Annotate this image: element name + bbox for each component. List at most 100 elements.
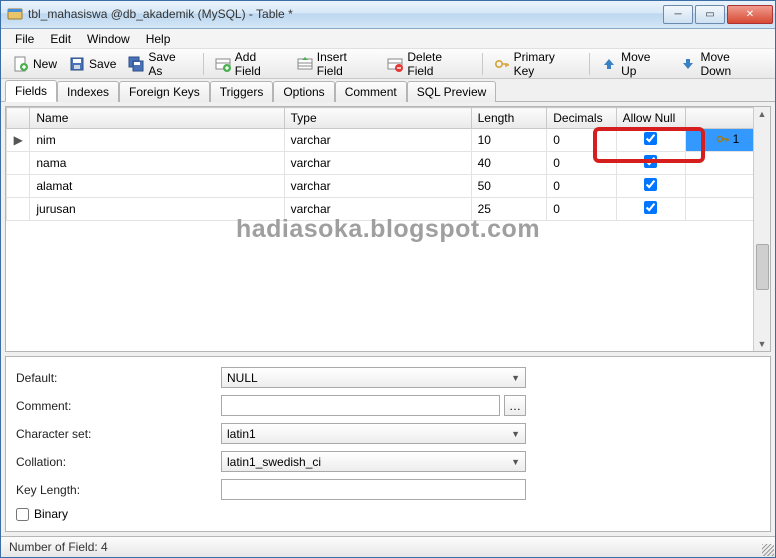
tab-indexes[interactable]: Indexes <box>57 81 119 102</box>
row-default: Default: NULL▼ <box>16 367 760 388</box>
field-properties-panel: Default: NULL▼ Comment: … Character set:… <box>5 356 771 532</box>
table-row[interactable]: ▶ nim varchar 10 0 1 <box>7 129 770 152</box>
insertfield-button[interactable]: Insert Field <box>291 47 382 81</box>
cell-length[interactable]: 40 <box>471 152 547 175</box>
cell-type[interactable]: varchar <box>284 129 471 152</box>
cell-allow-null[interactable] <box>616 198 685 221</box>
field-grid-area: Name Type Length Decimals Allow Null ▶ n… <box>5 106 771 352</box>
cell-name[interactable]: alamat <box>30 175 284 198</box>
charset-label: Character set: <box>16 427 221 441</box>
insertfield-icon <box>297 56 313 72</box>
scroll-down-icon[interactable]: ▼ <box>758 339 767 349</box>
menu-help[interactable]: Help <box>138 30 179 48</box>
col-length[interactable]: Length <box>471 108 547 129</box>
toolbar-separator <box>482 53 483 75</box>
minimize-button[interactable]: ─ <box>663 5 693 24</box>
toolbar-separator <box>203 53 204 75</box>
new-icon <box>13 56 29 72</box>
comment-input[interactable] <box>221 395 500 416</box>
maximize-button[interactable]: ▭ <box>695 5 725 24</box>
cell-type[interactable]: varchar <box>284 152 471 175</box>
cell-type[interactable]: varchar <box>284 175 471 198</box>
deletefield-button[interactable]: Delete Field <box>381 47 476 81</box>
tab-foreign-keys[interactable]: Foreign Keys <box>119 81 210 102</box>
moveup-button[interactable]: Move Up <box>595 47 674 81</box>
save-button[interactable]: Save <box>63 53 122 75</box>
row-binary: Binary <box>16 507 760 521</box>
scroll-thumb[interactable] <box>756 244 769 290</box>
allow-null-checkbox[interactable] <box>644 201 657 214</box>
col-type[interactable]: Type <box>284 108 471 129</box>
tabstrip: Fields Indexes Foreign Keys Triggers Opt… <box>1 79 775 102</box>
watermark-text: hadiasoka.blogspot.com <box>236 215 540 244</box>
cell-decimals[interactable]: 0 <box>547 152 616 175</box>
app-window: tbl_mahasiswa @db_akademik (MySQL) - Tab… <box>0 0 776 558</box>
scroll-up-icon[interactable]: ▲ <box>758 109 767 119</box>
dropdown-icon: ▼ <box>511 373 520 383</box>
deletefield-icon <box>387 56 403 72</box>
cell-allow-null[interactable] <box>616 129 685 152</box>
close-button[interactable]: ✕ <box>727 5 773 24</box>
tab-triggers[interactable]: Triggers <box>210 81 274 102</box>
comment-more-button[interactable]: … <box>504 395 526 416</box>
resize-grip-icon[interactable] <box>762 544 774 556</box>
cell-decimals[interactable]: 0 <box>547 175 616 198</box>
keylength-input[interactable] <box>221 479 526 500</box>
titlebar: tbl_mahasiswa @db_akademik (MySQL) - Tab… <box>1 1 775 29</box>
charset-combobox[interactable]: latin1▼ <box>221 423 526 444</box>
movedown-button[interactable]: Move Down <box>674 47 769 81</box>
vertical-scrollbar[interactable]: ▲ ▼ <box>753 107 770 351</box>
cell-length[interactable]: 50 <box>471 175 547 198</box>
allow-null-checkbox[interactable] <box>644 132 657 145</box>
tab-sql-preview[interactable]: SQL Preview <box>407 81 497 102</box>
key-icon <box>716 133 730 145</box>
col-name[interactable]: Name <box>30 108 284 129</box>
window-title: tbl_mahasiswa @db_akademik (MySQL) - Tab… <box>28 7 661 21</box>
app-icon <box>7 6 23 22</box>
addfield-icon <box>215 56 231 72</box>
primarykey-icon <box>494 56 510 72</box>
cell-decimals[interactable]: 0 <box>547 129 616 152</box>
col-allow-null[interactable]: Allow Null <box>616 108 685 129</box>
cell-allow-null[interactable] <box>616 175 685 198</box>
row-indicator-icon: ▶ <box>7 129 30 152</box>
statusbar: Number of Field: 4 <box>1 536 775 557</box>
saveas-icon <box>128 56 144 72</box>
cell-name[interactable]: nim <box>30 129 284 152</box>
cell-length[interactable]: 10 <box>471 129 547 152</box>
cell-decimals[interactable]: 0 <box>547 198 616 221</box>
collation-combobox[interactable]: latin1_swedish_ci▼ <box>221 451 526 472</box>
addfield-button[interactable]: Add Field <box>209 47 291 81</box>
comment-label: Comment: <box>16 399 221 413</box>
menu-window[interactable]: Window <box>79 30 138 48</box>
toolbar: New Save Save As Add Field Insert Field … <box>1 49 775 79</box>
table-row[interactable]: alamat varchar 50 0 <box>7 175 770 198</box>
tab-fields[interactable]: Fields <box>5 80 57 102</box>
new-button[interactable]: New <box>7 53 63 75</box>
cell-name[interactable]: nama <box>30 152 284 175</box>
menu-edit[interactable]: Edit <box>42 30 79 48</box>
cell-allow-null[interactable] <box>616 152 685 175</box>
default-combobox[interactable]: NULL▼ <box>221 367 526 388</box>
table-row[interactable]: nama varchar 40 0 <box>7 152 770 175</box>
row-keylength: Key Length: <box>16 479 760 500</box>
col-decimals[interactable]: Decimals <box>547 108 616 129</box>
tab-options[interactable]: Options <box>273 81 334 102</box>
menu-file[interactable]: File <box>7 30 42 48</box>
binary-checkbox[interactable] <box>16 508 29 521</box>
tab-comment[interactable]: Comment <box>335 81 407 102</box>
status-text: Number of Field: 4 <box>9 540 108 554</box>
saveas-button[interactable]: Save As <box>122 47 197 81</box>
row-collation: Collation: latin1_swedish_ci▼ <box>16 451 760 472</box>
binary-label: Binary <box>34 507 68 521</box>
dropdown-icon: ▼ <box>511 457 520 467</box>
allow-null-checkbox[interactable] <box>644 178 657 191</box>
toolbar-separator <box>589 53 590 75</box>
dropdown-icon: ▼ <box>511 429 520 439</box>
collation-label: Collation: <box>16 455 221 469</box>
allow-null-checkbox[interactable] <box>644 155 657 168</box>
default-label: Default: <box>16 371 221 385</box>
row-charset: Character set: latin1▼ <box>16 423 760 444</box>
primarykey-button[interactable]: Primary Key <box>488 47 585 81</box>
field-grid[interactable]: Name Type Length Decimals Allow Null ▶ n… <box>6 107 770 221</box>
